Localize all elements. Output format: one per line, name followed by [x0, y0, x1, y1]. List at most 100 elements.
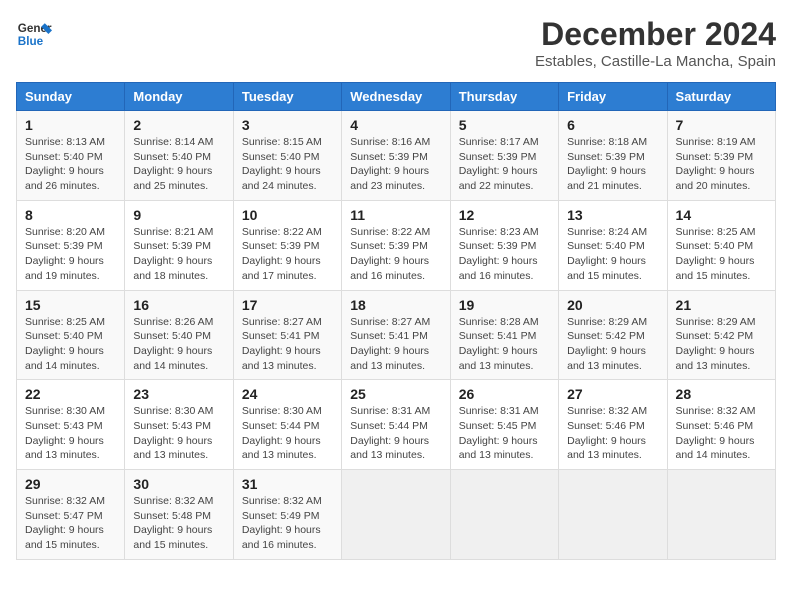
day-number: 19: [459, 297, 550, 313]
calendar-cell: 13 Sunrise: 8:24 AM Sunset: 5:40 PM Dayl…: [559, 200, 667, 290]
col-header-thursday: Thursday: [450, 83, 558, 111]
title-area: December 2024 Estables, Castille-La Manc…: [535, 16, 776, 70]
day-number: 23: [133, 386, 224, 402]
day-info: Sunrise: 8:27 AM Sunset: 5:41 PM Dayligh…: [350, 315, 441, 374]
day-number: 1: [25, 117, 116, 133]
day-info: Sunrise: 8:22 AM Sunset: 5:39 PM Dayligh…: [242, 225, 333, 284]
day-info: Sunrise: 8:23 AM Sunset: 5:39 PM Dayligh…: [459, 225, 550, 284]
day-number: 8: [25, 207, 116, 223]
day-info: Sunrise: 8:17 AM Sunset: 5:39 PM Dayligh…: [459, 135, 550, 194]
day-info: Sunrise: 8:21 AM Sunset: 5:39 PM Dayligh…: [133, 225, 224, 284]
day-number: 9: [133, 207, 224, 223]
day-number: 13: [567, 207, 658, 223]
calendar-cell: 31 Sunrise: 8:32 AM Sunset: 5:49 PM Dayl…: [233, 470, 341, 560]
day-info: Sunrise: 8:32 AM Sunset: 5:46 PM Dayligh…: [567, 404, 658, 463]
day-number: 5: [459, 117, 550, 133]
day-number: 26: [459, 386, 550, 402]
day-number: 4: [350, 117, 441, 133]
day-info: Sunrise: 8:15 AM Sunset: 5:40 PM Dayligh…: [242, 135, 333, 194]
week-row-0: 1 Sunrise: 8:13 AM Sunset: 5:40 PM Dayli…: [17, 111, 776, 201]
day-info: Sunrise: 8:32 AM Sunset: 5:47 PM Dayligh…: [25, 494, 116, 553]
day-number: 15: [25, 297, 116, 313]
day-info: Sunrise: 8:30 AM Sunset: 5:44 PM Dayligh…: [242, 404, 333, 463]
month-title: December 2024: [535, 16, 776, 53]
calendar-cell: 14 Sunrise: 8:25 AM Sunset: 5:40 PM Dayl…: [667, 200, 775, 290]
svg-text:Blue: Blue: [18, 35, 44, 48]
calendar-cell: 25 Sunrise: 8:31 AM Sunset: 5:44 PM Dayl…: [342, 380, 450, 470]
calendar-cell: 28 Sunrise: 8:32 AM Sunset: 5:46 PM Dayl…: [667, 380, 775, 470]
day-number: 18: [350, 297, 441, 313]
day-number: 10: [242, 207, 333, 223]
day-number: 16: [133, 297, 224, 313]
day-number: 31: [242, 476, 333, 492]
day-number: 11: [350, 207, 441, 223]
calendar-cell: 7 Sunrise: 8:19 AM Sunset: 5:39 PM Dayli…: [667, 111, 775, 201]
calendar-cell: 5 Sunrise: 8:17 AM Sunset: 5:39 PM Dayli…: [450, 111, 558, 201]
day-number: 17: [242, 297, 333, 313]
col-header-friday: Friday: [559, 83, 667, 111]
day-info: Sunrise: 8:29 AM Sunset: 5:42 PM Dayligh…: [567, 315, 658, 374]
calendar-cell: 18 Sunrise: 8:27 AM Sunset: 5:41 PM Dayl…: [342, 290, 450, 380]
day-info: Sunrise: 8:25 AM Sunset: 5:40 PM Dayligh…: [676, 225, 767, 284]
day-number: 21: [676, 297, 767, 313]
week-row-4: 29 Sunrise: 8:32 AM Sunset: 5:47 PM Dayl…: [17, 470, 776, 560]
day-info: Sunrise: 8:32 AM Sunset: 5:49 PM Dayligh…: [242, 494, 333, 553]
calendar-header-row: SundayMondayTuesdayWednesdayThursdayFrid…: [17, 83, 776, 111]
logo-icon: General Blue: [16, 16, 52, 52]
calendar-cell: [559, 470, 667, 560]
calendar-table: SundayMondayTuesdayWednesdayThursdayFrid…: [16, 82, 776, 560]
calendar-cell: 2 Sunrise: 8:14 AM Sunset: 5:40 PM Dayli…: [125, 111, 233, 201]
day-number: 3: [242, 117, 333, 133]
day-number: 22: [25, 386, 116, 402]
day-number: 12: [459, 207, 550, 223]
calendar-cell: 8 Sunrise: 8:20 AM Sunset: 5:39 PM Dayli…: [17, 200, 125, 290]
day-info: Sunrise: 8:19 AM Sunset: 5:39 PM Dayligh…: [676, 135, 767, 194]
calendar-cell: 22 Sunrise: 8:30 AM Sunset: 5:43 PM Dayl…: [17, 380, 125, 470]
week-row-3: 22 Sunrise: 8:30 AM Sunset: 5:43 PM Dayl…: [17, 380, 776, 470]
col-header-saturday: Saturday: [667, 83, 775, 111]
day-info: Sunrise: 8:32 AM Sunset: 5:46 PM Dayligh…: [676, 404, 767, 463]
day-number: 25: [350, 386, 441, 402]
day-info: Sunrise: 8:30 AM Sunset: 5:43 PM Dayligh…: [25, 404, 116, 463]
day-info: Sunrise: 8:24 AM Sunset: 5:40 PM Dayligh…: [567, 225, 658, 284]
calendar-cell: 19 Sunrise: 8:28 AM Sunset: 5:41 PM Dayl…: [450, 290, 558, 380]
calendar-cell: 30 Sunrise: 8:32 AM Sunset: 5:48 PM Dayl…: [125, 470, 233, 560]
col-header-tuesday: Tuesday: [233, 83, 341, 111]
calendar-cell: 24 Sunrise: 8:30 AM Sunset: 5:44 PM Dayl…: [233, 380, 341, 470]
day-number: 30: [133, 476, 224, 492]
col-header-sunday: Sunday: [17, 83, 125, 111]
calendar-cell: 16 Sunrise: 8:26 AM Sunset: 5:40 PM Dayl…: [125, 290, 233, 380]
day-info: Sunrise: 8:18 AM Sunset: 5:39 PM Dayligh…: [567, 135, 658, 194]
col-header-monday: Monday: [125, 83, 233, 111]
calendar-cell: 4 Sunrise: 8:16 AM Sunset: 5:39 PM Dayli…: [342, 111, 450, 201]
calendar-cell: 17 Sunrise: 8:27 AM Sunset: 5:41 PM Dayl…: [233, 290, 341, 380]
calendar-cell: [342, 470, 450, 560]
calendar-cell: 10 Sunrise: 8:22 AM Sunset: 5:39 PM Dayl…: [233, 200, 341, 290]
day-info: Sunrise: 8:30 AM Sunset: 5:43 PM Dayligh…: [133, 404, 224, 463]
day-info: Sunrise: 8:25 AM Sunset: 5:40 PM Dayligh…: [25, 315, 116, 374]
day-info: Sunrise: 8:32 AM Sunset: 5:48 PM Dayligh…: [133, 494, 224, 553]
week-row-2: 15 Sunrise: 8:25 AM Sunset: 5:40 PM Dayl…: [17, 290, 776, 380]
day-info: Sunrise: 8:22 AM Sunset: 5:39 PM Dayligh…: [350, 225, 441, 284]
page-header: General Blue December 2024 Estables, Cas…: [16, 16, 776, 70]
calendar-cell: 3 Sunrise: 8:15 AM Sunset: 5:40 PM Dayli…: [233, 111, 341, 201]
calendar-cell: 11 Sunrise: 8:22 AM Sunset: 5:39 PM Dayl…: [342, 200, 450, 290]
day-info: Sunrise: 8:31 AM Sunset: 5:45 PM Dayligh…: [459, 404, 550, 463]
location-subtitle: Estables, Castille-La Mancha, Spain: [535, 53, 776, 70]
calendar-cell: 23 Sunrise: 8:30 AM Sunset: 5:43 PM Dayl…: [125, 380, 233, 470]
day-info: Sunrise: 8:26 AM Sunset: 5:40 PM Dayligh…: [133, 315, 224, 374]
day-number: 27: [567, 386, 658, 402]
day-number: 7: [676, 117, 767, 133]
calendar-cell: 9 Sunrise: 8:21 AM Sunset: 5:39 PM Dayli…: [125, 200, 233, 290]
calendar-cell: [667, 470, 775, 560]
day-info: Sunrise: 8:27 AM Sunset: 5:41 PM Dayligh…: [242, 315, 333, 374]
col-header-wednesday: Wednesday: [342, 83, 450, 111]
calendar-cell: 29 Sunrise: 8:32 AM Sunset: 5:47 PM Dayl…: [17, 470, 125, 560]
day-number: 28: [676, 386, 767, 402]
calendar-cell: 6 Sunrise: 8:18 AM Sunset: 5:39 PM Dayli…: [559, 111, 667, 201]
day-info: Sunrise: 8:16 AM Sunset: 5:39 PM Dayligh…: [350, 135, 441, 194]
calendar-cell: [450, 470, 558, 560]
day-number: 20: [567, 297, 658, 313]
day-number: 14: [676, 207, 767, 223]
day-info: Sunrise: 8:14 AM Sunset: 5:40 PM Dayligh…: [133, 135, 224, 194]
